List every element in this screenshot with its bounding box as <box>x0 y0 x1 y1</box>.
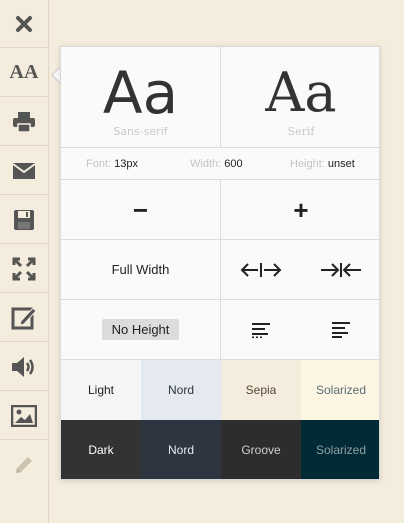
fullscreen-icon <box>12 257 36 280</box>
save-icon <box>14 209 34 230</box>
settings-info-bar: Font: 13px Width: 600 Height: unset <box>61 148 379 180</box>
decrease-line-height-button[interactable] <box>221 300 301 360</box>
speaker-icon <box>12 356 34 377</box>
font-name-serif: Serif <box>287 125 315 138</box>
minus-icon: − <box>132 194 149 225</box>
no-height-label: No Height <box>101 319 180 340</box>
font-option-serif[interactable]: Aa Serif <box>221 47 379 148</box>
annotate-button[interactable] <box>0 441 48 489</box>
font-option-sans-serif[interactable]: Aa Sans-serif <box>61 47 221 148</box>
close-button[interactable] <box>0 0 48 48</box>
email-button[interactable] <box>0 147 48 195</box>
save-button[interactable] <box>0 196 48 244</box>
font-settings-button[interactable]: AA <box>0 49 48 97</box>
no-height-button[interactable]: No Height <box>61 300 221 360</box>
increase-font-button[interactable]: + <box>221 180 379 240</box>
edit-button[interactable] <box>0 294 48 342</box>
speak-button[interactable] <box>0 343 48 391</box>
plus-icon: + <box>293 194 309 225</box>
decrease-font-button[interactable]: − <box>61 180 221 240</box>
image-icon <box>11 404 37 427</box>
pencil-icon <box>16 457 32 473</box>
font-sample-sans: Aa <box>102 59 179 127</box>
theme-nord-light[interactable]: Nord <box>141 360 221 420</box>
mail-icon <box>12 162 36 179</box>
line-height-decrease-icon <box>252 322 270 338</box>
theme-dark[interactable]: Dark <box>61 420 141 479</box>
image-button[interactable] <box>0 392 48 440</box>
line-height-increase-icon <box>332 321 350 338</box>
fullscreen-button[interactable] <box>0 245 48 293</box>
expand-width-icon <box>240 262 282 277</box>
height-readout: Height: unset <box>290 158 355 170</box>
edit-icon <box>11 306 37 329</box>
close-icon <box>16 15 32 32</box>
increase-width-button[interactable] <box>221 240 301 300</box>
font-size-readout: Font: 13px <box>86 158 138 170</box>
font-size-icon: AA <box>9 61 39 83</box>
theme-solarized-light[interactable]: Solarized <box>301 360 379 420</box>
full-width-label: Full Width <box>111 262 170 277</box>
full-width-button[interactable]: Full Width <box>61 240 221 300</box>
theme-solarized-dark[interactable]: Solarized <box>301 420 379 479</box>
print-button[interactable] <box>0 98 48 146</box>
font-name-sans: Sans-serif <box>113 125 168 138</box>
theme-sepia[interactable]: Sepia <box>221 360 301 420</box>
theme-nord-dark[interactable]: Nord <box>141 420 221 479</box>
decrease-width-button[interactable] <box>301 240 379 300</box>
sidebar: AA <box>0 0 49 523</box>
font-sample-serif: Aa <box>265 61 337 124</box>
print-icon <box>13 111 35 133</box>
shrink-width-icon <box>321 262 361 277</box>
increase-line-height-button[interactable] <box>301 300 379 360</box>
width-readout: Width: 600 <box>190 158 243 170</box>
theme-groove[interactable]: Groove <box>221 420 301 479</box>
theme-light[interactable]: Light <box>61 360 141 420</box>
font-settings-panel: Aa Sans-serif Aa Serif Font: 13px Width:… <box>60 46 380 480</box>
